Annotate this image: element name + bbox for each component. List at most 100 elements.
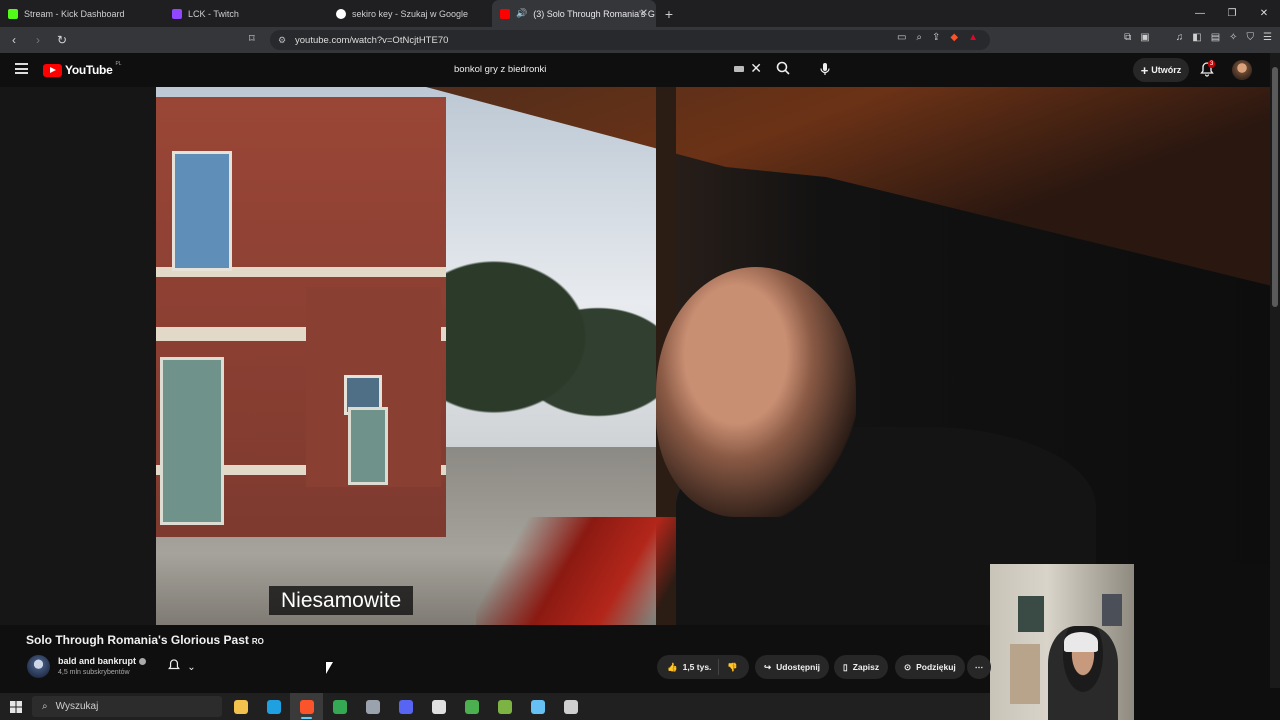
- scrollbar-thumb[interactable]: [1272, 67, 1278, 307]
- bookmark-icon[interactable]: ⌑: [249, 32, 255, 45]
- like-dislike-group: 👍 1,5 tys. 👎: [657, 655, 749, 679]
- kick-icon: [8, 8, 18, 19]
- media-player-icon[interactable]: [455, 693, 488, 720]
- notepad-glyph: [365, 699, 380, 714]
- sidebar-icon[interactable]: ◧: [1192, 32, 1201, 43]
- channel-subscribers: 4,5 mln subskrybentów: [58, 669, 130, 676]
- youtube-play-icon: [43, 63, 62, 77]
- youtube-header: YouTube PL bonkol gry z biedronki ✕ + Ut…: [0, 53, 1280, 87]
- page-scrollbar[interactable]: [1270, 53, 1280, 688]
- video-player[interactable]: Niesamowite: [0, 87, 1270, 625]
- game-launcher-icon[interactable]: [488, 693, 521, 720]
- verified-icon: [139, 658, 147, 666]
- obs-icon[interactable]: [422, 693, 455, 720]
- minimize-icon[interactable]: —: [1184, 0, 1216, 27]
- tab-kick-dashboard[interactable]: Stream - Kick Dashboard: [0, 0, 164, 27]
- subscription-bell-button[interactable]: ⌄: [160, 656, 204, 678]
- more-icon: ⋯: [974, 661, 984, 672]
- save-button[interactable]: ▯ Zapisz: [834, 655, 889, 679]
- discord-glyph: [398, 699, 413, 714]
- windows-taskbar: ⌕ Wyszukaj: [0, 693, 990, 720]
- close-tab-icon[interactable]: ✕: [640, 8, 648, 19]
- forward-icon[interactable]: ›: [28, 30, 48, 50]
- brave-glyph: [299, 699, 314, 714]
- file-explorer-icon[interactable]: [224, 693, 257, 720]
- speaker-icon: 🔊: [516, 8, 528, 18]
- share-icon: ↪: [764, 661, 772, 672]
- search-input[interactable]: bonkol gry z biedronki ✕: [444, 57, 770, 81]
- leo-ai-icon[interactable]: ✧: [1229, 32, 1237, 43]
- thanks-icon: ⊙: [904, 661, 912, 672]
- wallet-icon[interactable]: ▤: [1211, 32, 1220, 43]
- brave-shields-icon[interactable]: ◆: [950, 32, 958, 43]
- url-text: youtube.com/watch?v=OtNcjtHTE70: [295, 34, 449, 46]
- app-glyph: [563, 699, 578, 714]
- extensions-icon[interactable]: ⧉: [1124, 32, 1131, 43]
- close-window-icon[interactable]: ✕: [1248, 0, 1280, 27]
- like-button[interactable]: 👍 1,5 tys.: [657, 659, 720, 675]
- chrome-icon[interactable]: [323, 693, 356, 720]
- youtube-icon: [500, 8, 510, 19]
- extensions-bar: ⧉ ▣ ♫ ◧ ▤ ✧ ⛉ ☰: [1124, 32, 1272, 43]
- restore-icon[interactable]: ❐: [1216, 0, 1248, 27]
- steam-glyph: [530, 699, 545, 714]
- chevron-down-icon: ⌄: [187, 661, 196, 673]
- video-letterbox: [0, 87, 156, 625]
- video-frame: [156, 87, 1270, 625]
- keyboard-icon[interactable]: [734, 66, 744, 72]
- tab-youtube-video[interactable]: 🔊 (3) Solo Through Romania's G ✕: [492, 0, 656, 27]
- windows-start-icon[interactable]: [0, 693, 32, 720]
- bookmark-save-icon: ▯: [843, 661, 848, 672]
- cast-icon[interactable]: ▭: [897, 32, 906, 43]
- obs-glyph: [431, 699, 446, 714]
- file-explorer-glyph: [233, 699, 248, 714]
- share-icon[interactable]: ⇪: [932, 32, 940, 43]
- twitch-icon: [172, 8, 182, 19]
- webcam-background: [1134, 564, 1280, 720]
- taskbar-search[interactable]: ⌕ Wyszukaj: [32, 696, 222, 717]
- thumbs-down-icon: 👎: [727, 661, 739, 672]
- more-actions-button[interactable]: ⋯: [967, 655, 991, 679]
- search-icon[interactable]: [776, 61, 790, 78]
- edge-glyph: [266, 699, 281, 714]
- new-tab-button[interactable]: +: [656, 0, 682, 27]
- tab-label: LCK - Twitch: [188, 8, 239, 19]
- youtube-logo[interactable]: YouTube PL: [43, 61, 122, 77]
- notepad-icon[interactable]: [356, 693, 389, 720]
- menu-icon[interactable]: ☰: [1263, 32, 1272, 43]
- video-title: Solo Through Romania's Glorious Past RO: [26, 633, 264, 647]
- site-info-icon[interactable]: ⚙: [278, 35, 286, 46]
- dislike-button[interactable]: 👎: [719, 662, 746, 673]
- tab-label: (3) Solo Through Romania's G: [533, 8, 655, 19]
- tab-twitch[interactable]: LCK - Twitch: [164, 0, 328, 27]
- user-avatar[interactable]: [1232, 60, 1252, 80]
- mouse-cursor: [326, 662, 333, 674]
- menu-hamburger-icon[interactable]: [15, 63, 28, 74]
- taskbar-apps: [224, 693, 587, 720]
- create-button[interactable]: + Utwórz: [1133, 58, 1189, 82]
- tab-label: Stream - Kick Dashboard: [24, 8, 125, 19]
- share-button[interactable]: ↪ Udostępnij: [755, 655, 830, 679]
- vpn-icon[interactable]: ⛉: [1247, 32, 1255, 43]
- edge-icon[interactable]: [257, 693, 290, 720]
- brave-rewards-icon[interactable]: ▲: [968, 32, 978, 43]
- screenshot-icon[interactable]: ▣: [1140, 32, 1149, 43]
- back-icon[interactable]: ‹: [4, 30, 24, 50]
- browser-toolbar: ‹ › ↻ ⌑ ⚙ youtube.com/watch?v=OtNcjtHTE7…: [0, 27, 1280, 53]
- channel-avatar[interactable]: [27, 655, 50, 678]
- channel-name[interactable]: bald and bankrupt: [58, 656, 147, 666]
- tab-google-search[interactable]: sekiro key - Szukaj w Google: [328, 0, 492, 27]
- media-icon[interactable]: ♫: [1176, 32, 1184, 43]
- discord-icon[interactable]: [389, 693, 422, 720]
- app-icon[interactable]: [554, 693, 587, 720]
- steam-icon[interactable]: [521, 693, 554, 720]
- thanks-button[interactable]: ⊙ Podziękuj: [895, 655, 965, 679]
- window-controls: — ❐ ✕: [1184, 0, 1280, 27]
- reload-icon[interactable]: ↻: [52, 30, 72, 50]
- microphone-icon[interactable]: [818, 62, 832, 76]
- address-bar[interactable]: ⚙ youtube.com/watch?v=OtNcjtHTE70 ▭ ⌕ ⇪ …: [270, 30, 990, 50]
- clear-search-icon[interactable]: ✕: [750, 60, 762, 77]
- webcam-overlay: [990, 564, 1134, 720]
- zoom-icon[interactable]: ⌕: [916, 32, 922, 43]
- brave-icon[interactable]: [290, 693, 323, 720]
